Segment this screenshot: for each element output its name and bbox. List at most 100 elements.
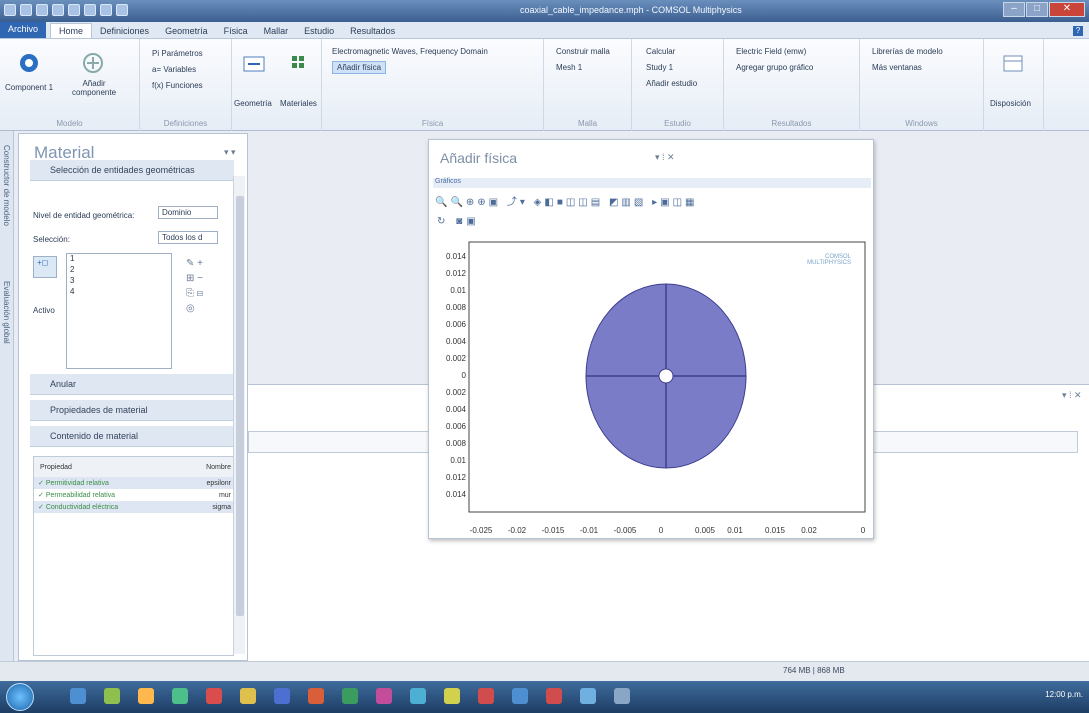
header-name: Nombre	[206, 463, 231, 471]
tab-home[interactable]: Home	[50, 23, 93, 38]
geometry-button[interactable]: Geometría	[234, 99, 272, 108]
panel-controls[interactable]: ▾ ▾	[224, 147, 236, 158]
electric-field-dropdown[interactable]: Electric Field (emw)	[736, 47, 806, 56]
taskbar-app-icon[interactable]	[410, 688, 426, 704]
active-toggle-icon[interactable]: +◻	[33, 256, 57, 278]
taskbar-app-icon[interactable]	[342, 688, 358, 704]
layout-button[interactable]: Disposición	[990, 99, 1031, 108]
scrollbar-thumb[interactable]	[236, 196, 244, 616]
tab-resultados[interactable]: Resultados	[342, 24, 403, 38]
maximize-button[interactable]: □	[1026, 2, 1048, 17]
taskbar-app-icon[interactable]	[512, 688, 528, 704]
compute-button[interactable]: Calcular	[646, 47, 675, 56]
section-geometric-selection[interactable]: Selección de entidades geométricas	[30, 160, 234, 181]
list-item[interactable]: 3	[67, 276, 171, 287]
x-tick: -0.01	[579, 526, 599, 535]
memory-usage: 764 MB | 868 MB	[783, 666, 845, 675]
inner-conductor	[658, 368, 674, 384]
title-bar: coaxial_cable_impedance.mph - COMSOL Mul…	[0, 0, 1089, 22]
taskbar-app-icon[interactable]	[444, 688, 460, 704]
component-button[interactable]: Component 1	[4, 83, 54, 92]
variables-button[interactable]: a= Variables	[152, 65, 196, 74]
x-tick: 0.005	[694, 526, 716, 535]
material-contents-table: Propiedad Nombre ✓ Permitividad relativa…	[33, 456, 234, 656]
list-item[interactable]: 4	[67, 287, 171, 298]
list-item[interactable]: 1	[67, 254, 171, 265]
tab-estudio[interactable]: Estudio	[296, 24, 342, 38]
selection-select[interactable]: Todos los d	[158, 231, 218, 244]
group-estudio: Calcular Study 1 Añadir estudio Estudio	[632, 39, 724, 131]
close-button[interactable]: ✕	[1049, 2, 1085, 17]
taskbar-app-icon[interactable]	[614, 688, 630, 704]
new-icon[interactable]	[4, 4, 16, 16]
redo-icon[interactable]	[68, 4, 80, 16]
taskbar-app-icon[interactable]	[546, 688, 562, 704]
physics-dropdown[interactable]: Electromagnetic Waves, Frequency Domain	[332, 47, 488, 56]
taskbar-app-icon[interactable]	[70, 688, 86, 704]
mesh-dropdown[interactable]: Mesh 1	[556, 63, 582, 72]
comsol-logo: COMSOL MULTIPHYSICS	[807, 254, 851, 266]
parameters-button[interactable]: Pi Parámetros	[152, 49, 203, 58]
study-dropdown[interactable]: Study 1	[646, 63, 673, 72]
taskbar-app-icon[interactable]	[580, 688, 596, 704]
selection-list[interactable]: 1 2 3 4	[66, 253, 172, 369]
open-icon[interactable]	[20, 4, 32, 16]
taskbar-app-icon[interactable]	[478, 688, 494, 704]
taskbar-app-icon[interactable]	[206, 688, 222, 704]
taskbar-app-icon[interactable]	[308, 688, 324, 704]
group-fisica: Electromagnetic Waves, Frequency Domain …	[322, 39, 544, 131]
table-row[interactable]: ✓ Conductividad eléctrica sigma	[34, 501, 233, 513]
functions-button[interactable]: f(x) Funciones	[152, 81, 203, 90]
y-tick: 0.006	[445, 320, 466, 329]
undo-icon[interactable]	[52, 4, 64, 16]
section-material-properties[interactable]: Propiedades de material	[30, 400, 234, 421]
group-label-resultados: Resultados	[771, 119, 812, 128]
tab-mallar[interactable]: Mallar	[256, 24, 297, 38]
taskbar-app-icon[interactable]	[376, 688, 392, 704]
x-tick: -0.005	[613, 526, 637, 535]
minimize-button[interactable]: –	[1003, 2, 1025, 17]
tab-fisica[interactable]: Física	[216, 24, 256, 38]
start-button[interactable]	[6, 683, 34, 711]
model-builder-tab[interactable]: Constructor de modelo	[2, 145, 11, 226]
group-layout: Disposición	[984, 39, 1044, 131]
help-icon[interactable]: ?	[1073, 26, 1083, 36]
x-tick: -0.02	[507, 526, 527, 535]
model-library-button[interactable]: Librerías de modelo	[872, 47, 943, 56]
save-icon[interactable]	[36, 4, 48, 16]
list-item[interactable]: 2	[67, 265, 171, 276]
section-material-contents[interactable]: Contenido de material	[30, 426, 234, 447]
section-override[interactable]: Anular	[30, 374, 234, 395]
y-tick: 0.002	[445, 354, 466, 363]
add-plot-group-button[interactable]: Agregar grupo gráfico	[736, 63, 813, 72]
taskbar-app-icon[interactable]	[172, 688, 188, 704]
paste-icon[interactable]	[100, 4, 112, 16]
tab-definiciones[interactable]: Definiciones	[92, 24, 157, 38]
taskbar-app-icon[interactable]	[240, 688, 256, 704]
tab-geometria[interactable]: Geometría	[157, 24, 216, 38]
group-definiciones: Pi Parámetros a= Variables f(x) Funcione…	[140, 39, 232, 131]
table-row[interactable]: ✓ Permitividad relativa epsilonr	[34, 477, 233, 489]
tab-archivo[interactable]: Archivo	[0, 22, 47, 38]
copy-icon[interactable]	[84, 4, 96, 16]
more-windows-button[interactable]: Más ventanas	[872, 63, 922, 72]
selection-tools[interactable]: ✎ + ⊞ − ⎘ ⊟ ◎	[186, 256, 203, 316]
taskbar-app-icon[interactable]	[104, 688, 120, 704]
level-select[interactable]: Dominio	[158, 206, 218, 219]
window-controls: – □ ✕	[1003, 2, 1085, 17]
add-component-button[interactable]: Añadir componente	[62, 79, 126, 97]
group-windows: Librerías de modelo Más ventanas Windows	[860, 39, 984, 131]
add-study-button[interactable]: Añadir estudio	[646, 79, 697, 88]
build-mesh-button[interactable]: Construir malla	[556, 47, 610, 56]
graphics-canvas[interactable]	[429, 140, 875, 540]
materials-button[interactable]: Materiales	[280, 99, 317, 108]
taskbar-app-icon[interactable]	[138, 688, 154, 704]
settings-icon[interactable]	[116, 4, 128, 16]
main-panel-controls[interactable]: ▾ ⁞ ✕	[1062, 390, 1082, 401]
table-row[interactable]: ✓ Permeabilidad relativa mur	[34, 489, 233, 501]
material-scrollbar[interactable]	[233, 176, 245, 654]
x-tick: -0.025	[469, 526, 493, 535]
global-evaluation-tab[interactable]: Evaluación global	[2, 281, 11, 344]
taskbar-app-icon[interactable]	[274, 688, 290, 704]
add-physics-button[interactable]: Añadir física	[332, 61, 387, 74]
